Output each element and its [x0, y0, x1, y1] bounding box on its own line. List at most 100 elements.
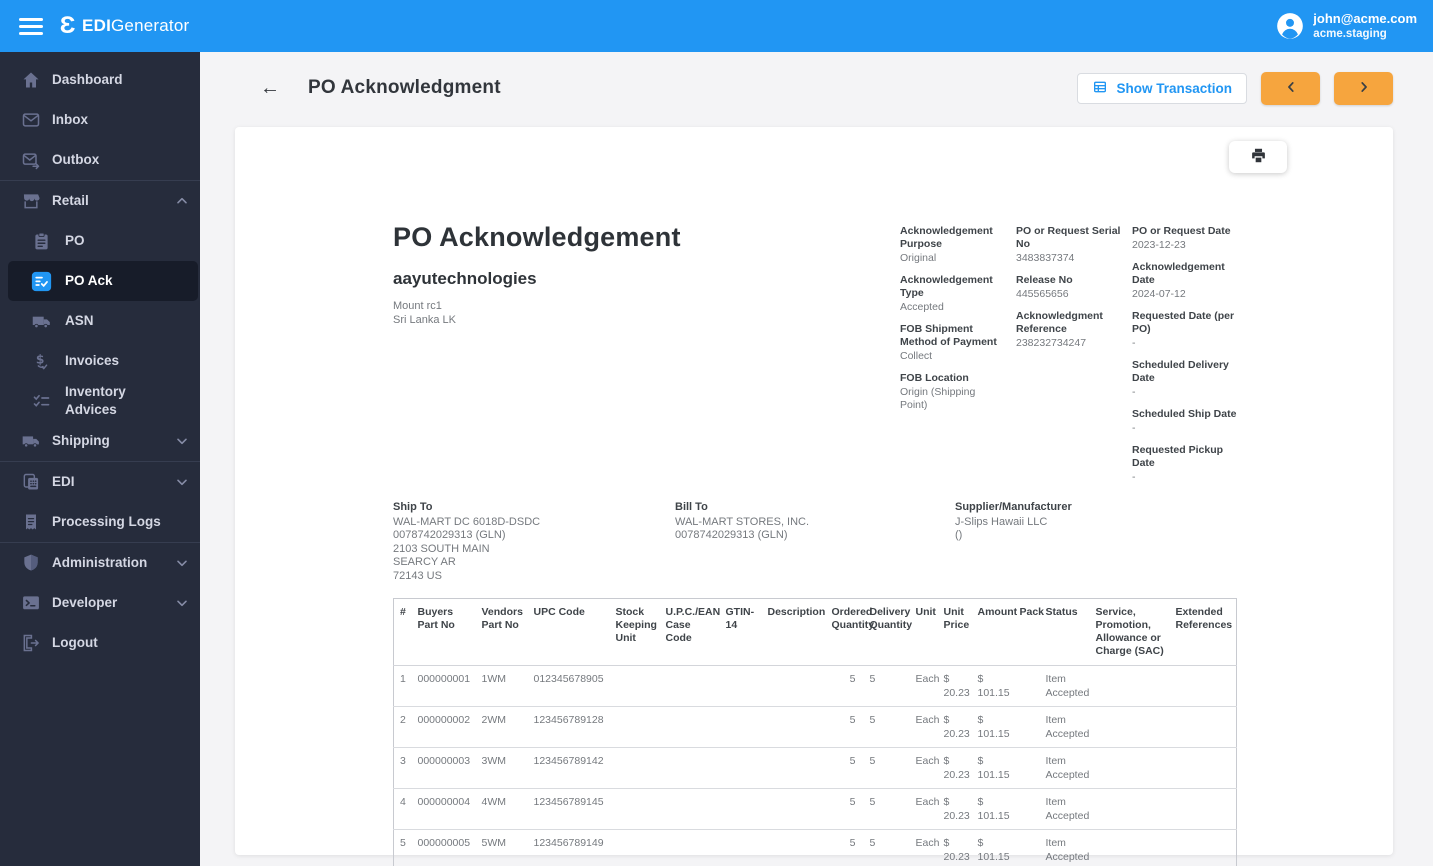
info-field-label: Requested Date (per PO) [1132, 310, 1235, 335]
main-content: ← PO Acknowledgment Show Transaction PO … [200, 52, 1433, 866]
table-cell: 5 [863, 747, 910, 789]
table-cell [610, 830, 660, 866]
table-header-row: # Buyers Part No Vendors Part No UPC Code St… [393, 598, 1237, 666]
sidebar-item-inbox[interactable]: Inbox [0, 100, 200, 140]
table-cell [761, 788, 826, 830]
sidebar-item-administration[interactable]: Administration [0, 543, 200, 583]
info-field-value: 2023-12-23 [1132, 239, 1186, 251]
info-column: PO or Request Date 2023-12-23 Acknowledgem… [1132, 225, 1244, 493]
table-cell: 2 [393, 706, 412, 748]
sidebar-item-asn[interactable]: ASN [0, 301, 200, 341]
retail-icon [20, 190, 42, 212]
table-row: 2 000000002 2WM 123456789128 5 5 Each $ 20.23 $ … [393, 706, 1237, 748]
table-cell [1013, 665, 1040, 707]
sidebar-item-invoices[interactable]: $ Invoices [0, 341, 200, 381]
sidebar-item-processing-logs[interactable]: Processing Logs [0, 502, 200, 542]
sidebar-item-logout[interactable]: Logout [0, 623, 200, 663]
print-button[interactable] [1229, 141, 1287, 173]
table-cell [720, 830, 762, 866]
table-cell [1169, 788, 1237, 830]
topbar: Ɛ EDIGenerator john@acme.com acme.stagin… [0, 0, 1433, 52]
table-cell [719, 788, 762, 830]
show-transaction-button[interactable]: Show Transaction [1077, 72, 1247, 104]
table-cell: Item Accepted [1045, 837, 1090, 863]
table-cell: 123456789128 [527, 706, 610, 748]
sidebar-item-label: Retail [52, 193, 89, 208]
chevron-down-icon [174, 474, 190, 490]
table-row: 3 000000003 3WM 123456789142 5 5 Each $ 20.23 $ … [393, 747, 1237, 789]
column-header: U.P.C./EAN Case Code [659, 598, 720, 666]
sidebar-item-dashboard[interactable]: Dashboard [0, 60, 200, 100]
logo-icon: Ɛ [59, 12, 76, 39]
parties-section: Ship To WAL-MART DC 6018D-DSDC 00787420293… [393, 501, 1236, 583]
menu-toggle-button[interactable] [14, 11, 48, 41]
info-field: Requested Date (per PO) - [1132, 310, 1244, 350]
table-row: 4 000000004 4WM 123456789145 5 5 Each $ 20.23 $ … [393, 788, 1237, 830]
table-cell: 5 [825, 706, 864, 748]
sidebar-item-label: Logout [52, 635, 98, 650]
info-field-value: 238232734247 [1016, 337, 1087, 349]
sidebar-item-shipping[interactable]: Shipping [0, 421, 200, 461]
company-address-line: Sri Lanka LK [393, 314, 456, 326]
sidebar-item-developer[interactable]: Developer [0, 583, 200, 623]
table-cell [1013, 747, 1040, 789]
info-field-label: Acknowledgement Type [900, 274, 993, 299]
column-header: Service, Promotion, Allowance or Charge … [1089, 598, 1170, 666]
sidebar-item-po-ack[interactable]: PO Ack [8, 261, 198, 301]
info-field-value: - [1132, 337, 1136, 349]
info-field: PO or Request Date 2023-12-23 [1132, 225, 1244, 252]
info-field-label: PO or Request Serial No [1016, 225, 1121, 250]
column-header: # [393, 598, 412, 666]
truck-icon [30, 310, 52, 332]
sidebar-item-label: ASN [65, 313, 94, 328]
app-root: Ɛ EDIGenerator john@acme.com acme.stagin… [0, 0, 1433, 866]
table-cell: Each [915, 837, 940, 849]
table-cell: 5 [825, 788, 864, 830]
info-field: Release No 445565656 [1016, 274, 1121, 301]
sidebar-item-po[interactable]: PO [0, 221, 200, 261]
user-menu[interactable]: john@acme.com acme.staging [1276, 11, 1419, 41]
sidebar-item-label: PO [65, 233, 85, 248]
hamburger-icon [19, 17, 43, 21]
table-cell: 5 [869, 837, 876, 849]
logout-icon [20, 632, 42, 654]
brand-name: EDIGenerator [82, 16, 190, 35]
info-field-value: Origin (Shipping Point) [900, 386, 976, 411]
table-cell [1013, 788, 1040, 830]
admin-icon [20, 552, 42, 574]
table-cell: 000000004 [411, 788, 476, 830]
column-header: Delivery Quantity [863, 598, 912, 666]
table-cell: 5 [863, 665, 910, 707]
sidebar-item-edi[interactable]: EDI [0, 462, 200, 502]
info-field-value: - [1132, 386, 1136, 398]
table-cell: Each [909, 747, 939, 789]
info-field-label: FOB Location [900, 372, 969, 384]
sidebar-item-retail[interactable]: Retail [0, 181, 200, 221]
next-document-button[interactable] [1334, 71, 1393, 105]
sidebar-item-inventory-advices[interactable]: Inventory Advices [0, 381, 200, 421]
outbox-icon [20, 149, 42, 171]
po-icon [30, 230, 52, 252]
sidebar-item-label: Inventory Advices [65, 384, 126, 417]
sidebar-item-outbox[interactable]: Outbox [0, 140, 200, 180]
table-cell: 000000003 [411, 747, 476, 789]
table-cell: Item Accepted [1039, 747, 1090, 789]
info-field-value: Accepted [900, 301, 944, 313]
po-ack-icon [30, 270, 52, 292]
table-cell: 123456789142 [527, 747, 610, 789]
info-field: FOB Shipment Method of Payment Collect [900, 323, 1005, 363]
table-cell [719, 706, 762, 748]
back-button[interactable]: ← [256, 74, 284, 102]
info-field-label: Scheduled Ship Date [1132, 408, 1237, 420]
info-field-label: Acknowledgement Purpose [900, 225, 993, 250]
column-header: Extended References [1169, 598, 1237, 666]
table-cell: Item Accepted [1039, 788, 1090, 830]
info-field: PO or Request Serial No 3483837374 [1016, 225, 1121, 265]
info-field-label: Acknowledgment Reference [1016, 310, 1103, 335]
table-cell: $ 101.15 [971, 665, 1014, 707]
document-title: PO Acknowledgement [393, 222, 681, 252]
page-header: ← PO Acknowledgment Show Transaction [200, 52, 1433, 116]
previous-document-button[interactable] [1261, 71, 1320, 105]
sidebar: Dashboard Inbox Outbox Retail PO PO Ack ASN $ In… [0, 52, 200, 866]
party-block: Bill To WAL-MART STORES, INC. 007874202931… [675, 501, 955, 583]
